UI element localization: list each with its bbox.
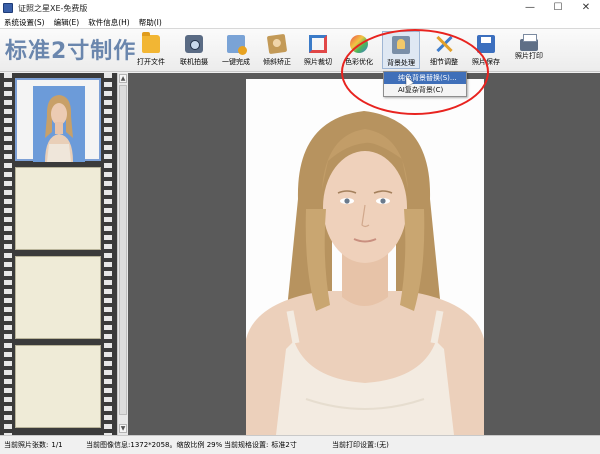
window-title: 证照之星XE-免费版 — [18, 3, 88, 13]
camera-icon — [185, 35, 203, 53]
image-info-status: 当前图像信息:1372*2058。缩放比例 29% — [86, 440, 224, 450]
menu-system-settings[interactable]: 系统设置(S) — [0, 17, 50, 28]
portrait-graphic — [246, 111, 484, 435]
one-click-button[interactable]: 一键完成 — [217, 31, 255, 69]
tool-label: 照片打印 — [515, 52, 543, 60]
scroll-down-icon[interactable]: ▼ — [119, 424, 127, 433]
tool-label: 照片裁切 — [304, 58, 332, 66]
status-bar: 当前照片张数: 1/1 当前图像信息:1372*2058。缩放比例 29% 当前规… — [0, 435, 600, 454]
thumbnail-frame-empty[interactable] — [15, 167, 101, 250]
status-label: 当前图像信息: — [86, 441, 131, 449]
red-annotation-ellipse — [341, 29, 489, 115]
tethered-capture-button[interactable]: 联机拍摄 — [175, 31, 213, 69]
scroll-thumb[interactable] — [119, 85, 127, 415]
toolbar: 标准2寸制作 打开文件 联机拍摄 一键完成 倾斜矫正 照片裁切 色彩优化 背景处… — [0, 29, 600, 72]
thumbnail-frame-empty[interactable] — [15, 256, 101, 339]
tool-label: 联机拍摄 — [180, 58, 208, 66]
portrait-photo[interactable] — [246, 79, 484, 435]
crop-icon — [309, 35, 327, 53]
status-value: 1372*2058。缩放比例 29% — [130, 441, 223, 449]
folder-icon — [142, 32, 160, 53]
close-button[interactable]: ✕ — [572, 0, 600, 16]
maximize-button[interactable]: ☐ — [544, 0, 572, 16]
print-status: 当前打印设置:(无) — [332, 440, 389, 450]
status-value: (无) — [376, 441, 389, 449]
printer-icon — [520, 34, 538, 51]
menu-software-info[interactable]: 软件信息(H) — [84, 17, 135, 28]
film-sprockets — [4, 73, 12, 435]
status-label: 当前照片张数: — [4, 441, 49, 449]
title-bar: 证照之星XE-免费版 — ☐ ✕ — [0, 0, 600, 16]
window-controls: — ☐ ✕ — [516, 0, 600, 16]
scroll-up-icon[interactable]: ▲ — [119, 74, 127, 83]
spec-status: 当前规格设置: 标准2寸 — [224, 440, 332, 450]
tool-label: 倾斜矫正 — [263, 58, 291, 66]
status-label: 当前规格设置: — [224, 441, 269, 449]
status-label: 当前打印设置: — [332, 441, 377, 449]
tilt-correct-button[interactable]: 倾斜矫正 — [258, 31, 296, 69]
image-workspace — [128, 73, 600, 435]
menu-help[interactable]: 帮助(I) — [135, 17, 167, 28]
menu-edit[interactable]: 编辑(E) — [50, 17, 85, 28]
photo-thumbnail — [33, 86, 85, 162]
one-click-icon — [227, 35, 247, 55]
thumbnail-scrollbar[interactable]: ▲ ▼ — [117, 73, 128, 435]
thumbnail-panel — [0, 73, 117, 435]
photo-count-status: 当前照片张数: 1/1 — [4, 440, 86, 450]
tool-label: 打开文件 — [137, 58, 165, 66]
tool-label: 一键完成 — [222, 58, 250, 66]
open-file-button[interactable]: 打开文件 — [132, 31, 170, 69]
status-value: 1/1 — [51, 441, 63, 449]
menu-bar: 系统设置(S) 编辑(E) 软件信息(H) 帮助(I) — [0, 16, 600, 29]
thumbnail-frame-selected[interactable] — [15, 78, 101, 162]
app-logo-icon — [3, 3, 13, 13]
tilt-correct-icon — [266, 33, 288, 55]
status-value: 标准2寸 — [271, 441, 297, 449]
page-title: 标准2寸制作 — [5, 39, 137, 64]
crop-button[interactable]: 照片裁切 — [299, 31, 337, 69]
minimize-button[interactable]: — — [516, 0, 544, 16]
film-sprockets — [104, 73, 112, 435]
portrait-thumbnail-graphic — [45, 95, 73, 162]
thumbnail-frame-empty[interactable] — [15, 345, 101, 428]
print-photo-button[interactable]: 照片打印 — [510, 31, 548, 69]
